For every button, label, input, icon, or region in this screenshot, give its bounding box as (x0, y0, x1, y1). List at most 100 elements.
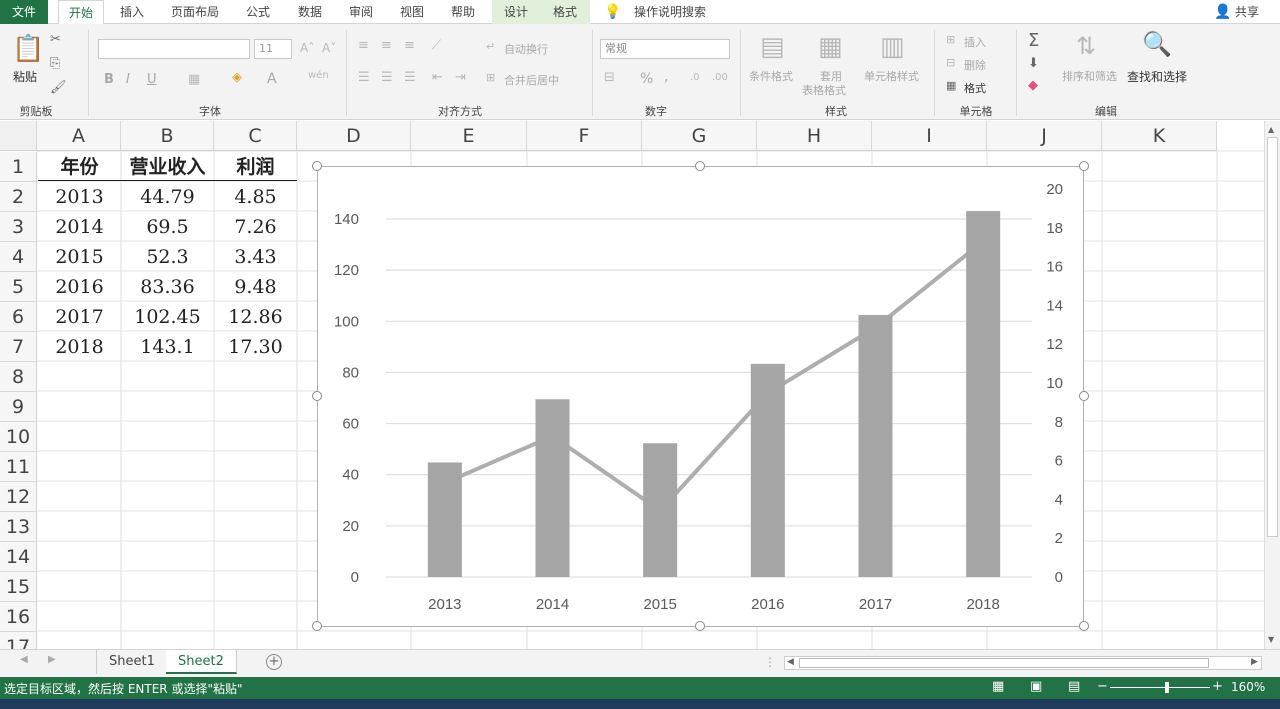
cell-b2[interactable]: 44.79 (121, 182, 214, 212)
row-header-5[interactable]: 5 (0, 272, 37, 302)
find-select-button[interactable]: 查找和选择 (1127, 68, 1187, 85)
wrap-text-icon[interactable]: ↵ (486, 40, 495, 53)
increase-indent-icon[interactable]: ⇥ (455, 70, 466, 85)
add-sheet-icon[interactable]: + (266, 654, 282, 670)
font-color-button[interactable]: A (267, 71, 277, 87)
prev-sheet-icon[interactable]: ◀ (20, 654, 28, 665)
normal-view-icon[interactable]: ▦ (992, 679, 1004, 694)
orientation-icon[interactable]: ⟋ (432, 38, 441, 53)
tell-me-search[interactable]: 操作说明搜索 (630, 0, 710, 24)
decrease-font-icon[interactable]: A˅ (322, 41, 336, 55)
column-header-c[interactable]: C (214, 121, 297, 151)
cell-b7[interactable]: 143.1 (121, 332, 214, 362)
column-header-h[interactable]: H (757, 121, 872, 151)
zoom-slider[interactable] (1110, 687, 1210, 688)
row-header-9[interactable]: 9 (0, 392, 37, 422)
select-all-corner[interactable] (0, 121, 37, 151)
paste-icon[interactable]: 📋 (12, 34, 44, 64)
format-as-table-label-2[interactable]: 表格格式 (802, 82, 846, 98)
zoom-slider-thumb[interactable] (1165, 682, 1169, 693)
accounting-icon[interactable]: ⊟ (604, 70, 615, 85)
merge-icon[interactable]: ⊞ (486, 71, 495, 84)
cell-b1[interactable]: 营业收入 (121, 152, 214, 182)
tab-home[interactable]: 开始 (58, 0, 104, 25)
row-header-10[interactable]: 10 (0, 422, 37, 452)
row-header-17[interactable]: 17 (0, 632, 37, 649)
scroll-left-icon[interactable]: ◀ (787, 657, 794, 667)
row-header-16[interactable]: 16 (0, 602, 37, 632)
bold-button[interactable]: B (104, 72, 114, 87)
cell-c6[interactable]: 12.86 (214, 302, 297, 332)
increase-font-icon[interactable]: A˄ (300, 41, 314, 55)
align-center-icon[interactable]: ☰ (381, 70, 393, 85)
row-header-12[interactable]: 12 (0, 482, 37, 512)
find-icon[interactable]: 🔍 (1142, 30, 1172, 58)
clear-icon[interactable]: ◆ (1028, 78, 1038, 93)
cell-a3[interactable]: 2014 (38, 212, 121, 242)
cell-c1[interactable]: 利润 (214, 152, 297, 182)
insert-cells-button[interactable]: 插入 (964, 34, 986, 50)
conditional-format-icon[interactable]: ▤ (760, 32, 785, 62)
sort-filter-icon[interactable]: ⇅ (1076, 32, 1096, 60)
scrollbar-thumb[interactable] (1267, 137, 1278, 537)
scroll-down-icon[interactable]: ▼ (1268, 635, 1274, 644)
font-size-box[interactable]: 11 (254, 39, 292, 59)
row-header-1[interactable]: 1 (0, 152, 37, 182)
align-bottom-icon[interactable]: ≡ (404, 38, 415, 53)
cell-a6[interactable]: 2017 (38, 302, 121, 332)
conditional-format-button[interactable]: 条件格式 (749, 68, 793, 84)
row-header-2[interactable]: 2 (0, 182, 37, 212)
zoom-out-button[interactable]: − (1097, 679, 1108, 694)
delete-cells-icon[interactable]: ⊟ (946, 56, 955, 69)
cell-c7[interactable]: 17.30 (214, 332, 297, 362)
decrease-decimal-icon[interactable]: .00 (712, 72, 728, 83)
chart-resize-handle-se[interactable] (1079, 621, 1089, 631)
format-painter-icon[interactable]: 🖌 (50, 80, 67, 95)
row-header-7[interactable]: 7 (0, 332, 37, 362)
chart-resize-handle-nw[interactable] (312, 161, 322, 171)
page-layout-view-icon[interactable]: ▣ (1030, 679, 1042, 694)
align-left-icon[interactable]: ☰ (358, 70, 370, 85)
cell-b5[interactable]: 83.36 (121, 272, 214, 302)
hscroll-thumb[interactable] (799, 658, 1209, 668)
vertical-scrollbar[interactable]: ▲ ▼ (1264, 121, 1280, 649)
cell-a4[interactable]: 2015 (38, 242, 121, 272)
copy-icon[interactable]: ⎘ (50, 56, 60, 71)
cell-a2[interactable]: 2013 (38, 182, 121, 212)
row-header-11[interactable]: 11 (0, 452, 37, 482)
comma-button[interactable]: , (664, 69, 668, 85)
insert-cells-icon[interactable]: ⊞ (946, 33, 955, 46)
row-header-3[interactable]: 3 (0, 212, 37, 242)
column-header-i[interactable]: I (872, 121, 987, 151)
share-button[interactable]: 共享 (1232, 0, 1262, 24)
zoom-level[interactable]: 160% (1231, 680, 1265, 694)
chart-resize-handle-n[interactable] (695, 161, 705, 171)
cell-c5[interactable]: 9.48 (214, 272, 297, 302)
delete-cells-button[interactable]: 删除 (964, 57, 986, 73)
tab-chart-format[interactable]: 格式 (540, 0, 590, 24)
horizontal-scrollbar[interactable]: ◀ ▶ (784, 656, 1262, 670)
align-middle-icon[interactable]: ≡ (381, 38, 392, 53)
font-name-box[interactable] (98, 39, 250, 59)
tab-data[interactable]: 数据 (288, 0, 332, 24)
format-cells-button[interactable]: 格式 (964, 80, 986, 96)
tab-page-layout[interactable]: 页面布局 (164, 0, 226, 24)
page-break-view-icon[interactable]: ▤ (1068, 679, 1080, 694)
row-header-4[interactable]: 4 (0, 242, 37, 272)
border-icon[interactable]: ▦ (188, 72, 200, 87)
cell-a5[interactable]: 2016 (38, 272, 121, 302)
tab-help[interactable]: 帮助 (441, 0, 485, 24)
percent-button[interactable]: % (640, 71, 653, 87)
row-header-6[interactable]: 6 (0, 302, 37, 332)
cell-c4[interactable]: 3.43 (214, 242, 297, 272)
underline-button[interactable]: U (147, 72, 157, 87)
wrap-text-button[interactable]: 自动换行 (504, 41, 548, 57)
row-header-15[interactable]: 15 (0, 572, 37, 602)
autosum-icon[interactable]: Σ (1028, 30, 1039, 51)
cell-styles-icon[interactable]: ▥ (880, 32, 905, 62)
fill-icon[interactable]: ⬇ (1028, 56, 1039, 71)
tab-formulas[interactable]: 公式 (236, 0, 280, 24)
align-right-icon[interactable]: ☰ (404, 70, 416, 85)
cell-b6[interactable]: 102.45 (121, 302, 214, 332)
split-handle-icon[interactable]: ⋮ (764, 655, 776, 669)
